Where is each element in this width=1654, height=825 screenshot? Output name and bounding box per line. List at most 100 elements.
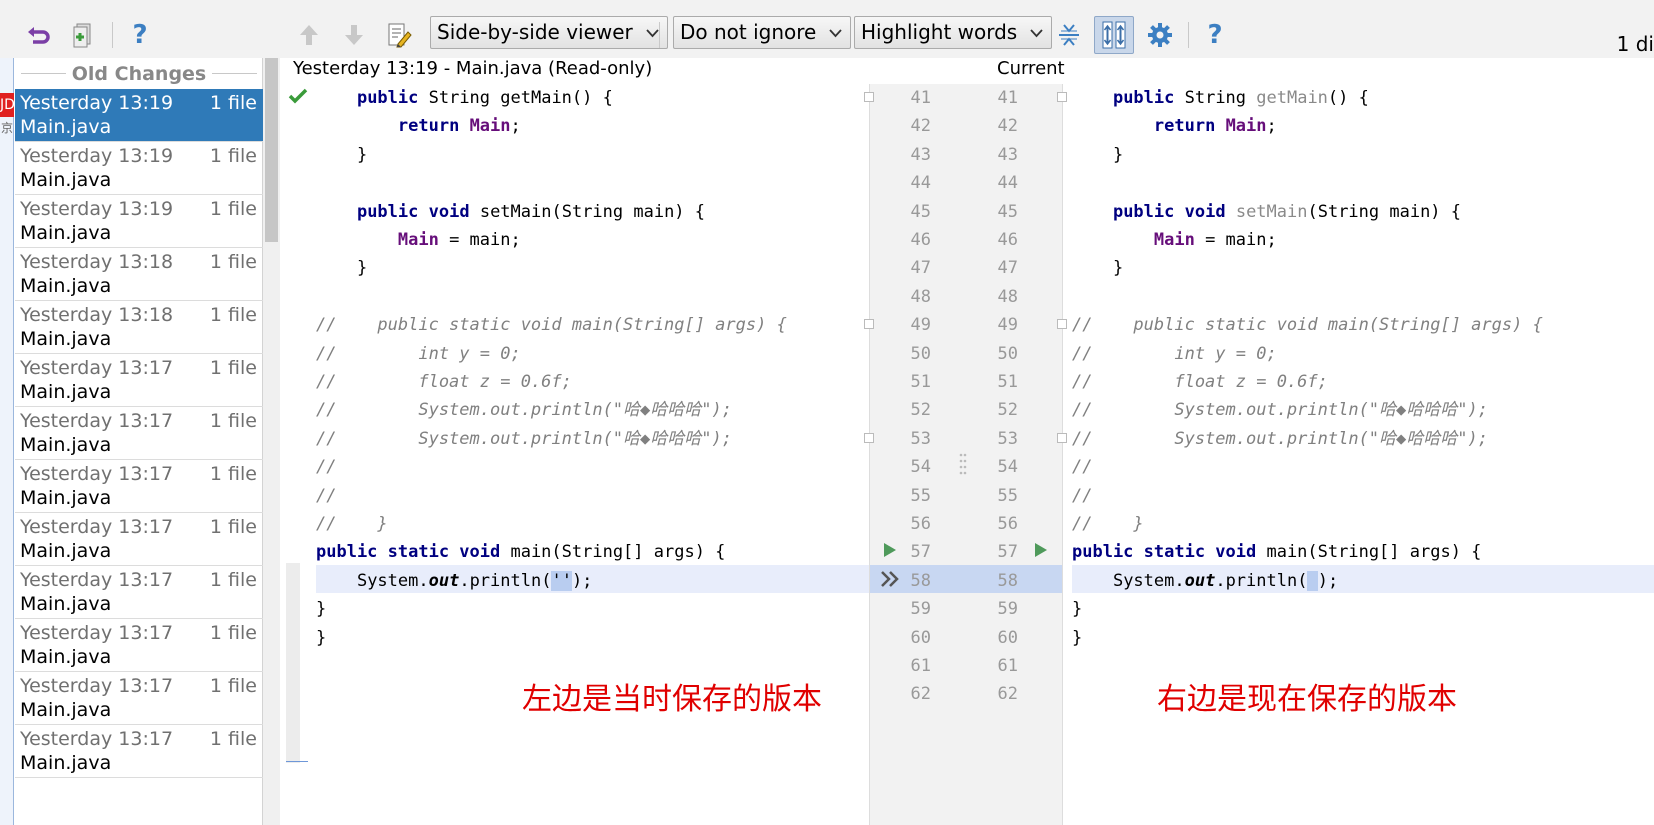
drag-handle-icon[interactable] — [958, 452, 968, 478]
static-field: out — [428, 570, 460, 591]
settings-gear-icon[interactable] — [1145, 20, 1175, 50]
t: () { — [571, 88, 613, 108]
change-file-count: 1 file — [209, 145, 257, 167]
change-list-item[interactable]: Yesterday 13:19 1 file Main.java — [15, 142, 263, 195]
line-number: 45 — [997, 201, 1018, 222]
change-file-name: Main.java — [20, 116, 112, 138]
code-line-49: // public static void main(String[] args… — [1072, 315, 1543, 336]
run-arrow-icon[interactable] — [883, 542, 897, 558]
change-date: Yesterday 13:19 — [20, 92, 174, 114]
change-list-item[interactable]: Yesterday 13:17 1 file Main.java — [15, 460, 263, 513]
line-number: 50 — [997, 343, 1018, 364]
changes-scrollbar[interactable] — [263, 58, 280, 825]
changed-fragment: '' — [551, 570, 572, 591]
chevron-down-icon — [646, 29, 659, 38]
scrollbar-thumb[interactable] — [265, 58, 278, 242]
change-list-item[interactable]: Yesterday 13:19 1 file Main.java — [15, 89, 263, 142]
line-number: 51 — [910, 372, 931, 392]
line-number: 46 — [997, 230, 1018, 250]
code-line-47: } — [316, 254, 367, 282]
line-number: 43 — [997, 144, 1018, 165]
line-number: 43 — [910, 144, 931, 165]
viewer-mode-select[interactable]: Side-by-side viewer — [430, 16, 668, 49]
change-list-item[interactable]: Yesterday 13:17 1 file Main.java — [15, 566, 263, 619]
code-line-50: // int y = 0; — [316, 343, 521, 364]
next-diff-icon[interactable] — [339, 20, 369, 50]
change-list-item[interactable]: Yesterday 13:18 1 file Main.java — [15, 248, 263, 301]
fold-marker[interactable] — [864, 92, 874, 102]
changes-title-text: Old Changes — [71, 62, 207, 85]
left-tool-strip — [0, 58, 14, 825]
left-code-pane[interactable]: public String getMain() { return Main; }… — [316, 84, 787, 648]
line-number: 49 — [910, 315, 931, 336]
change-file-name: Main.java — [20, 752, 112, 774]
run-arrow-icon[interactable] — [1034, 542, 1048, 558]
change-file-count: 1 file — [209, 251, 257, 273]
change-file-name: Main.java — [20, 593, 112, 615]
code-line-58: System.out.println(''); — [316, 567, 592, 595]
code-line-53: // System.out.println("哈◆哈哈哈"); — [1072, 428, 1488, 449]
line-number: 52 — [997, 400, 1018, 421]
fold-marker[interactable] — [1057, 319, 1067, 329]
change-list-item[interactable]: Yesterday 13:17 1 file Main.java — [15, 513, 263, 566]
collapse-unchanged-icon[interactable] — [1054, 20, 1084, 50]
fold-marker[interactable] — [1057, 92, 1067, 102]
line-number: 57 — [910, 542, 931, 563]
kw: void — [1184, 201, 1226, 222]
change-file-count: 1 file — [209, 198, 257, 220]
kw: return — [397, 116, 460, 137]
code-line-50: // int y = 0; — [1072, 343, 1277, 364]
sync-scroll-toggle[interactable] — [1094, 16, 1134, 54]
change-file-count: 1 file — [209, 569, 257, 591]
kw: public — [356, 201, 419, 222]
change-date: Yesterday 13:19 — [20, 145, 174, 167]
edit-source-icon[interactable] — [384, 20, 414, 50]
change-list-item[interactable]: Yesterday 13:17 1 file Main.java — [15, 407, 263, 460]
previous-diff-icon[interactable] — [294, 20, 324, 50]
help-icon[interactable]: ? — [1200, 20, 1230, 50]
undo-icon[interactable] — [24, 20, 54, 50]
ignore-whitespace-value: Do not ignore — [680, 20, 817, 44]
right-caption: 右边是现在保存的版本 — [1157, 682, 1457, 717]
apply-change-icon[interactable] — [880, 570, 902, 588]
separator — [1188, 22, 1189, 48]
field: Main — [469, 116, 511, 137]
t: = main; — [438, 230, 521, 250]
fold-marker[interactable] — [864, 433, 874, 443]
code-line-46: Main = main; — [316, 226, 521, 254]
help-icon[interactable]: ? — [125, 20, 155, 50]
fold-marker[interactable] — [1057, 433, 1067, 443]
code-line-47: } — [1072, 254, 1123, 282]
jd-badge[interactable]: JD — [0, 93, 15, 117]
change-list-item[interactable]: Yesterday 13:18 1 file Main.java — [15, 301, 263, 354]
change-file-name: Main.java — [20, 222, 112, 244]
change-file-count: 1 file — [209, 410, 257, 432]
change-list-item[interactable]: Yesterday 13:17 1 file Main.java — [15, 619, 263, 672]
code-line-57: public static void main(String[] args) { — [1072, 538, 1481, 566]
line-number: 47 — [910, 258, 931, 279]
line-number: 62 — [910, 684, 931, 705]
right-code-pane[interactable]: public String getMain() { return Main; }… — [1072, 84, 1543, 648]
change-date: Yesterday 13:17 — [20, 675, 174, 697]
line-number: 51 — [997, 372, 1018, 392]
highlight-mode-select[interactable]: Highlight words — [854, 16, 1053, 49]
ignore-whitespace-select[interactable]: Do not ignore — [673, 16, 852, 49]
t: main(String[] args) { — [1256, 542, 1482, 563]
t: String — [1174, 88, 1257, 108]
line-number: 47 — [997, 258, 1018, 279]
right-pane-header: Current — [997, 58, 1065, 84]
method-name: getMain — [500, 88, 572, 108]
line-number: 59 — [910, 599, 931, 620]
change-list-item[interactable]: Yesterday 13:17 1 file Main.java — [15, 354, 263, 407]
change-list-item[interactable]: Yesterday 13:17 1 file Main.java — [15, 672, 263, 725]
window-top-strip — [0, 0, 1654, 12]
add-file-icon[interactable] — [68, 20, 98, 50]
change-file-count: 1 file — [209, 622, 257, 644]
line-number: 56 — [997, 514, 1018, 534]
change-list-item[interactable]: Yesterday 13:19 1 file Main.java — [15, 195, 263, 248]
change-list-item[interactable]: Yesterday 13:17 1 file Main.java — [15, 725, 263, 778]
line-number: 44 — [997, 173, 1018, 194]
change-date: Yesterday 13:17 — [20, 463, 174, 485]
chevron-down-icon — [829, 29, 843, 38]
fold-marker[interactable] — [864, 319, 874, 329]
